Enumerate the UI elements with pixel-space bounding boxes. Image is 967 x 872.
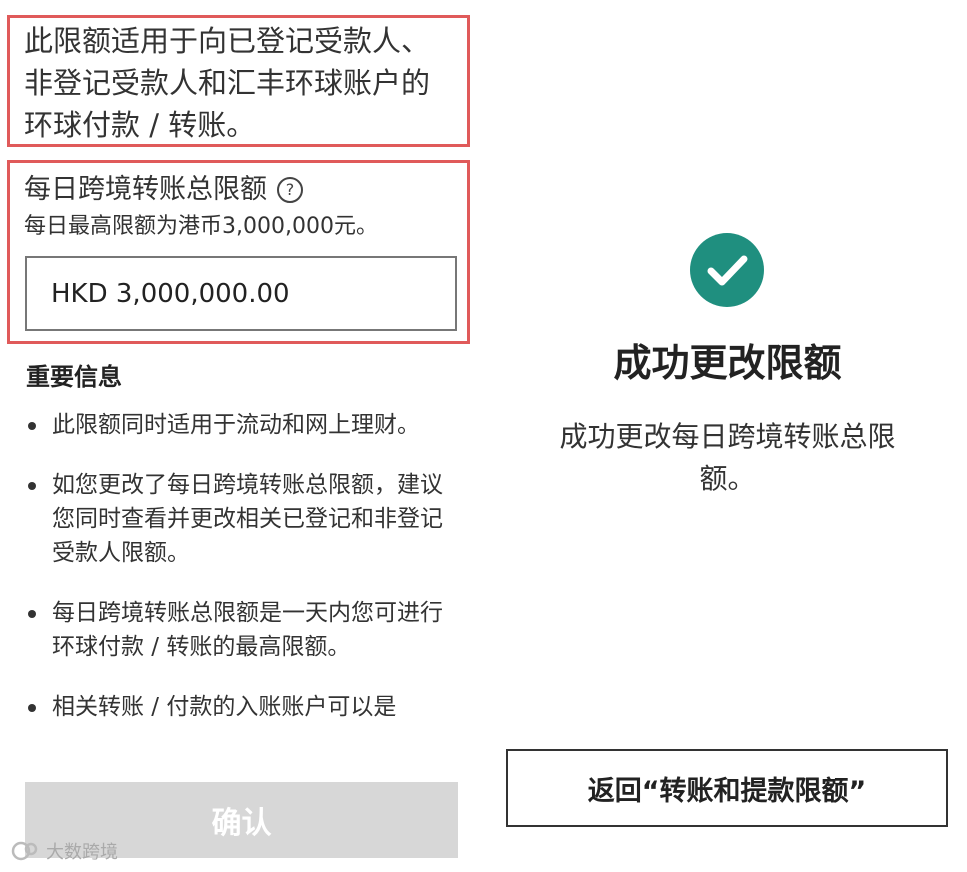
watermark-logo-icon [11, 841, 38, 861]
daily-limit-amount-input[interactable] [25, 256, 457, 331]
list-item: 相关转账 / 付款的入账账户可以是 [26, 690, 446, 724]
list-item: 如您更改了每日跨境转账总限额，建议您同时查看并更改相关已登记和非登记受款人限额。 [26, 468, 446, 570]
watermark: 大数跨境 [10, 838, 118, 864]
daily-limit-title: 每日跨境转账总限额 [24, 174, 267, 205]
list-item: 每日跨境转账总限额是一天内您可进行环球付款 / 转账的最高限额。 [26, 596, 446, 664]
limit-scope-note: 此限额适用于向已登记受款人、非登记受款人和汇丰环球账户的环球付款 / 转账。 [24, 24, 431, 142]
list-item: 此限额同时适用于流动和网上理财。 [26, 408, 446, 442]
important-info-list: 此限额同时适用于流动和网上理财。 如您更改了每日跨境转账总限额，建议您同时查看并… [26, 408, 446, 750]
question-circle-icon[interactable]: ? [277, 177, 303, 203]
watermark-text: 大数跨境 [46, 842, 118, 863]
checkmark-icon [707, 255, 748, 286]
important-info-title: 重要信息 [26, 363, 122, 391]
check-circle-icon [690, 233, 764, 307]
back-to-limits-button[interactable]: 返回“转账和提款限额” [506, 749, 948, 827]
daily-limit-title-row: 每日跨境转账总限额 ? [24, 172, 303, 208]
daily-limit-subtitle: 每日最高限额为港币3,000,000元。 [24, 214, 378, 239]
success-title: 成功更改限额 [613, 341, 842, 385]
success-message: 成功更改每日跨境转账总限额。 [559, 420, 896, 495]
